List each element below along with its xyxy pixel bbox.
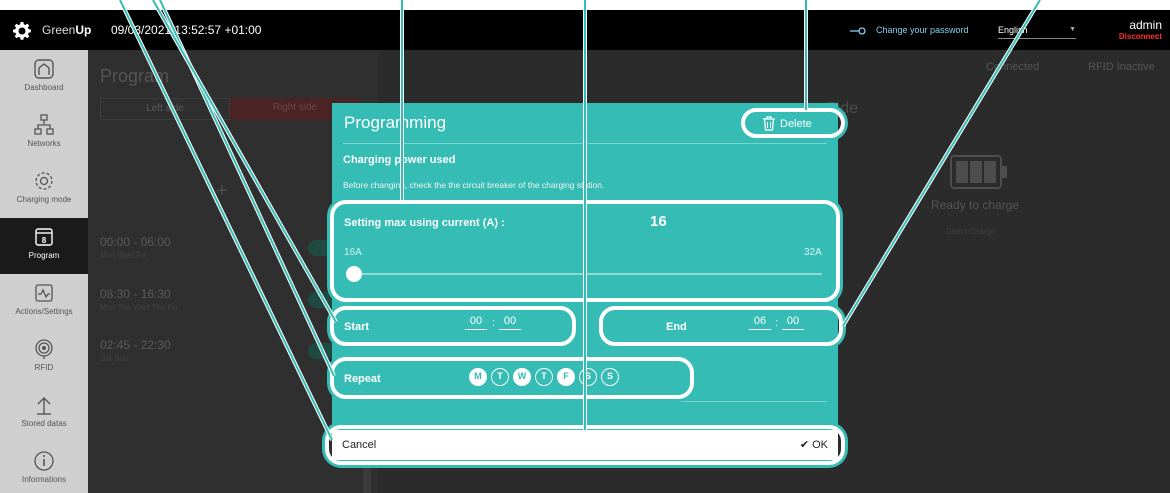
sidebar-item-label: Networks <box>27 139 61 148</box>
chevron-down-icon: ▼ <box>1069 26 1076 33</box>
check-icon: ✔ <box>799 439 810 451</box>
sidebar-item-label: Actions/Settings <box>15 307 73 316</box>
sidebar-item-label: Informations <box>21 475 67 484</box>
brand-logo: GreenUp <box>42 23 92 37</box>
slot-time: 00:00 - 06:00 <box>100 235 171 249</box>
dialog-footer: Cancel ✔ OK <box>332 430 838 460</box>
charge-status: Ready to charge <box>931 198 1020 212</box>
slot-time: 08:30 - 16:30 <box>100 287 171 301</box>
delete-label: Delete <box>780 118 812 130</box>
disconnect-link[interactable]: Disconnect <box>1119 32 1162 41</box>
program-slot[interactable]: 00:00 - 06:00 Mon Wed Fri <box>100 235 171 260</box>
sidebar-item-rfid[interactable]: RFID <box>0 330 88 386</box>
language-value: English <box>998 25 1028 35</box>
sidebar-item-dashboard[interactable]: Dashboard <box>0 50 88 106</box>
repeat-label: Repeat <box>344 373 381 385</box>
current-label: Setting max using current (A) : <box>344 217 505 229</box>
settings-gear-icon[interactable] <box>12 21 32 41</box>
sidebar-item-informations[interactable]: Informations <box>0 442 88 493</box>
top-header: GreenUp 09/03/2021 13:52:57 +01:00 Chang… <box>0 10 1170 50</box>
sidebar-item-label: Program <box>28 251 60 260</box>
divider <box>343 201 827 202</box>
change-password-link[interactable]: Change your password <box>876 25 969 35</box>
rfid-icon <box>35 339 53 359</box>
sidebar-item-actions-settings[interactable]: Actions/Settings <box>0 274 88 330</box>
day-toggle[interactable]: W <box>513 368 531 386</box>
home-icon <box>34 59 54 79</box>
start-label: Start <box>344 321 370 333</box>
sidebar-item-program[interactable]: 8 Program <box>0 218 88 274</box>
rfid-status: RFID Inactive <box>1088 61 1155 73</box>
charge-mode: Direct Charge <box>946 227 996 236</box>
info-icon <box>34 451 54 471</box>
slot-days: Sat Sun <box>100 354 129 363</box>
ok-label: OK <box>812 439 828 451</box>
day-toggle[interactable]: S <box>579 368 597 386</box>
svg-text:8: 8 <box>42 236 47 245</box>
current-value: 16 <box>650 213 667 230</box>
slider-max-label: 32A <box>804 247 822 258</box>
divider <box>343 401 827 402</box>
add-program-button[interactable]: + <box>216 180 228 203</box>
key-icon <box>850 27 866 35</box>
program-slot[interactable]: 02:45 - 22:30 Sat Sun <box>100 338 171 363</box>
end-minute-input[interactable]: 00 <box>782 315 804 330</box>
sidebar-item-label: RFID <box>34 363 54 372</box>
username: admin <box>1129 18 1162 32</box>
language-select[interactable]: English ▼ <box>998 25 1076 39</box>
dialog-title: Programming <box>344 113 447 132</box>
network-icon <box>34 114 54 135</box>
sidebar-item-label: Stored datas <box>21 419 67 428</box>
sidebar: Dashboard Networks Charging mode 8 Progr… <box>0 50 88 493</box>
slider-min-label: 16A <box>344 247 362 258</box>
sidebar-item-label: Charging mode <box>16 195 72 204</box>
day-toggle[interactable]: T <box>535 368 553 386</box>
end-hour-input[interactable]: 06 <box>749 315 771 330</box>
upload-arrow-icon <box>37 397 51 415</box>
trash-icon <box>763 116 775 131</box>
day-toggle[interactable]: T <box>491 368 509 386</box>
slot-days: Mon Wed Fri <box>100 251 146 260</box>
page-title: Program <box>100 66 170 86</box>
current-slider-thumb[interactable] <box>346 266 362 282</box>
gear-icon <box>35 172 53 190</box>
slot-time: 02:45 - 22:30 <box>100 338 171 352</box>
sidebar-item-label: Dashboard <box>24 83 64 92</box>
current-slider-track[interactable] <box>352 273 822 275</box>
user-menu: admin Disconnect <box>1119 18 1162 41</box>
sidebar-item-networks[interactable]: Networks <box>0 106 88 162</box>
battery-icon <box>950 155 1007 189</box>
start-minute-input[interactable]: 00 <box>499 315 521 330</box>
slot-days: Mon Tue Wed Thu Fri <box>100 303 178 312</box>
program-slot[interactable]: 08:30 - 16:30 Mon Tue Wed Thu Fri <box>100 287 177 312</box>
programming-dialog: Programming Delete Charging power used B… <box>332 103 838 463</box>
day-toggle[interactable]: M <box>469 368 487 386</box>
calendar-icon: 8 <box>35 228 53 246</box>
start-hour-input[interactable]: 00 <box>465 315 487 330</box>
day-toggle[interactable]: S <box>601 368 619 386</box>
sidebar-item-charging-mode[interactable]: Charging mode <box>0 162 88 218</box>
screenshot-stage: GreenUp 09/03/2021 13:52:57 +01:00 Chang… <box>0 0 1170 493</box>
tab-left-side[interactable]: Left side <box>100 98 230 120</box>
pulse-icon <box>35 284 53 302</box>
sidebar-item-stored-datas[interactable]: Stored datas <box>0 386 88 442</box>
cancel-button[interactable]: Cancel <box>342 439 376 451</box>
section-description: Before changing, check the the circuit b… <box>343 180 605 190</box>
time-separator: : <box>775 317 779 329</box>
divider <box>343 143 827 144</box>
end-label: End <box>666 321 687 333</box>
ok-button[interactable]: ✔ OK <box>800 438 828 451</box>
connection-status: Connected <box>986 61 1040 73</box>
delete-button[interactable]: Delete <box>762 113 832 135</box>
day-toggle[interactable]: F <box>557 368 575 386</box>
time-separator: : <box>492 317 496 329</box>
datetime-display: 09/03/2021 13:52:57 +01:00 <box>111 23 262 37</box>
section-title: Charging power used <box>343 154 456 166</box>
